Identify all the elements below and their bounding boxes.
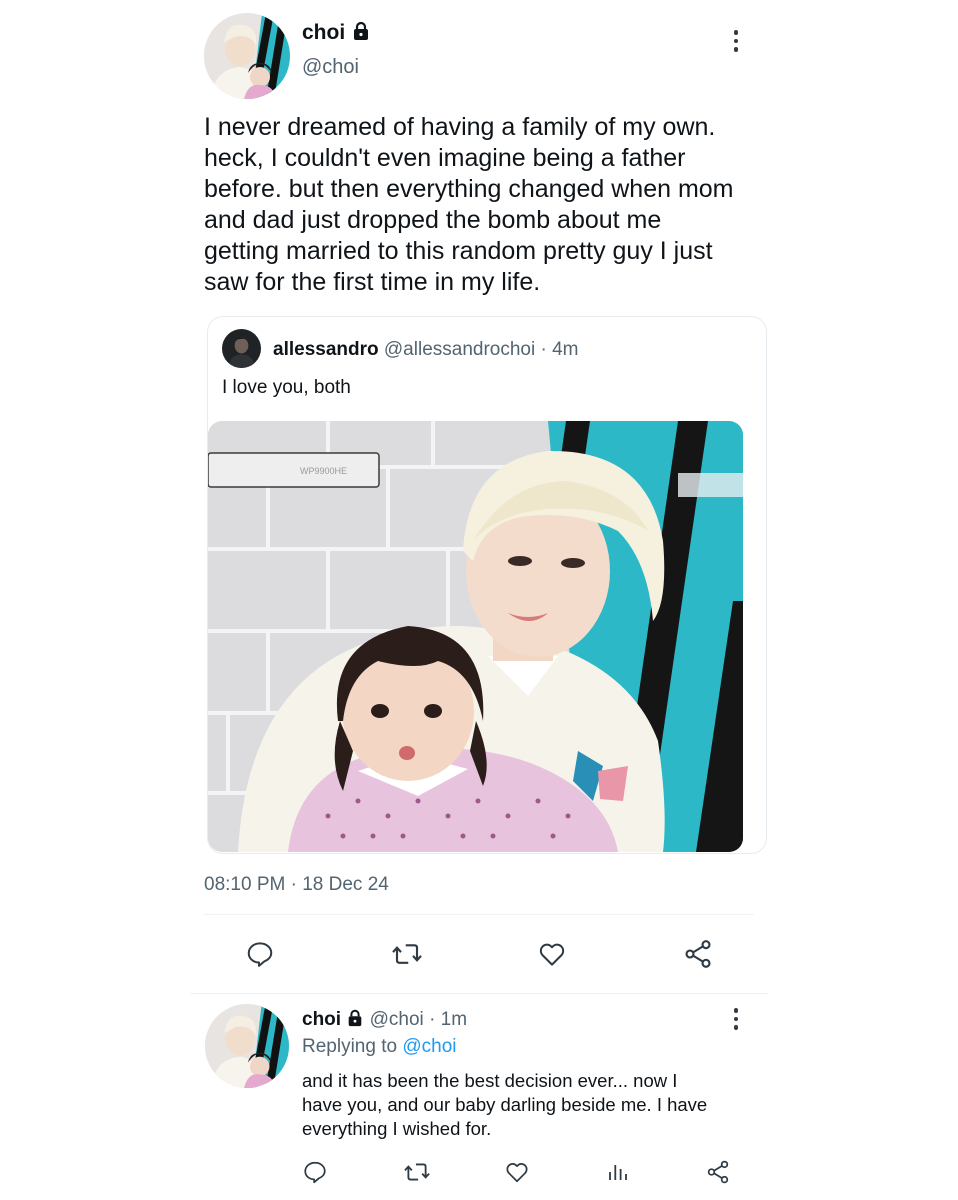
lock-icon xyxy=(351,21,371,48)
display-name[interactable]: choi xyxy=(302,21,345,44)
reply-time: 1m xyxy=(440,1009,468,1030)
quoted-display-name[interactable]: allessandro xyxy=(273,339,379,360)
handle[interactable]: @choi xyxy=(302,56,359,79)
reply-avatar[interactable] xyxy=(205,1004,289,1088)
share-icon[interactable] xyxy=(703,1157,733,1187)
quoted-author-row: allessandro @allessandrochoi · 4m xyxy=(273,338,579,362)
tweet-time: 08:10 PM xyxy=(204,874,286,895)
dot-separator: · xyxy=(540,339,547,360)
quoted-time: 4m xyxy=(552,339,579,360)
replying-to: Replying to @choi xyxy=(302,1035,457,1059)
quoted-avatar[interactable] xyxy=(222,329,261,368)
avatar[interactable] xyxy=(204,13,290,99)
replying-to-label: Replying to xyxy=(302,1036,398,1057)
sign-text: WP9900HE xyxy=(300,466,347,476)
quoted-handle[interactable]: @allessandrochoi xyxy=(384,339,535,360)
reply-text: and it has been the best decision ever..… xyxy=(302,1070,708,1139)
retweet-icon[interactable] xyxy=(401,1157,433,1187)
dot-separator: · xyxy=(429,1009,436,1030)
divider xyxy=(190,993,768,994)
like-icon[interactable] xyxy=(533,936,571,972)
like-icon[interactable] xyxy=(502,1157,532,1187)
reply-icon[interactable] xyxy=(242,936,278,972)
dot-separator: · xyxy=(290,874,297,895)
quoted-photo[interactable]: WP9900HE xyxy=(208,421,743,852)
analytics-icon[interactable] xyxy=(603,1157,633,1187)
tweet-text: I never dreamed of having a family of my… xyxy=(204,113,734,296)
retweet-icon[interactable] xyxy=(387,936,427,972)
reply-handle[interactable]: @choi xyxy=(370,1009,424,1030)
share-icon[interactable] xyxy=(680,936,716,972)
tweet-date: 18 Dec 24 xyxy=(302,874,389,895)
reply-icon[interactable] xyxy=(300,1157,330,1187)
reply-more-options-icon[interactable] xyxy=(724,1005,748,1033)
quoted-text: I love you, both xyxy=(222,377,351,398)
reply-author-row: choi @choi · 1m xyxy=(302,1008,467,1034)
replying-to-link[interactable]: @choi xyxy=(402,1036,456,1057)
reply-display-name[interactable]: choi xyxy=(302,1009,341,1030)
more-options-icon[interactable] xyxy=(724,27,748,55)
tweet-timestamp: 08:10 PM · 18 Dec 24 xyxy=(204,874,389,896)
divider xyxy=(204,914,754,915)
author-row: choi xyxy=(302,20,371,48)
lock-icon xyxy=(346,1009,364,1034)
